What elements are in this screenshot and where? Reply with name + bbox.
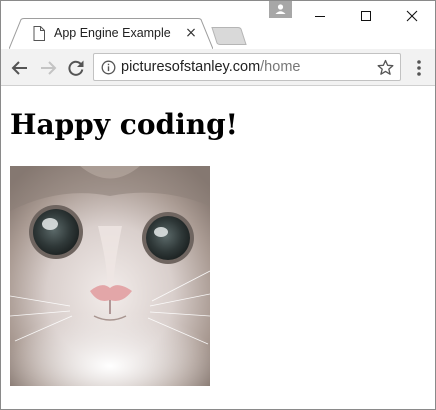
toolbar: picturesofstanley.com/home — [1, 49, 435, 86]
url-host: picturesofstanley.com — [121, 59, 261, 75]
minimize-icon — [315, 16, 325, 17]
info-icon[interactable] — [101, 60, 116, 75]
tab-title: App Engine Example — [54, 26, 171, 40]
page-content: Happy coding! — [1, 86, 435, 409]
menu-button[interactable] — [409, 57, 429, 79]
address-bar[interactable]: picturesofstanley.com/home — [93, 53, 401, 81]
forward-button[interactable] — [37, 57, 59, 79]
back-button[interactable] — [9, 57, 31, 79]
star-icon[interactable] — [377, 59, 394, 76]
reload-button[interactable] — [65, 57, 87, 79]
page-heading: Happy coding! — [10, 108, 238, 141]
new-tab-button[interactable] — [211, 27, 247, 49]
close-window-button[interactable] — [389, 1, 435, 31]
page-icon — [33, 26, 45, 41]
reload-icon — [68, 60, 84, 76]
url-text[interactable]: picturesofstanley.com/home — [121, 59, 300, 75]
cat-photo — [9, 166, 211, 386]
back-arrow-icon — [11, 61, 27, 75]
url-path: /home — [260, 59, 301, 75]
more-vert-icon — [417, 60, 421, 76]
maximize-button[interactable] — [343, 1, 389, 31]
close-icon — [406, 10, 418, 22]
tab-app-engine-example[interactable]: App Engine Example × — [9, 18, 213, 49]
profile-button[interactable] — [269, 1, 292, 18]
maximize-icon — [361, 11, 371, 21]
person-icon — [275, 4, 286, 14]
tab-close-icon[interactable]: × — [184, 25, 198, 41]
minimize-button[interactable] — [297, 1, 343, 31]
forward-arrow-icon — [41, 61, 57, 75]
browser-window: App Engine Example × picturesofstanley.c… — [0, 0, 436, 410]
title-bar: App Engine Example × — [1, 1, 435, 49]
